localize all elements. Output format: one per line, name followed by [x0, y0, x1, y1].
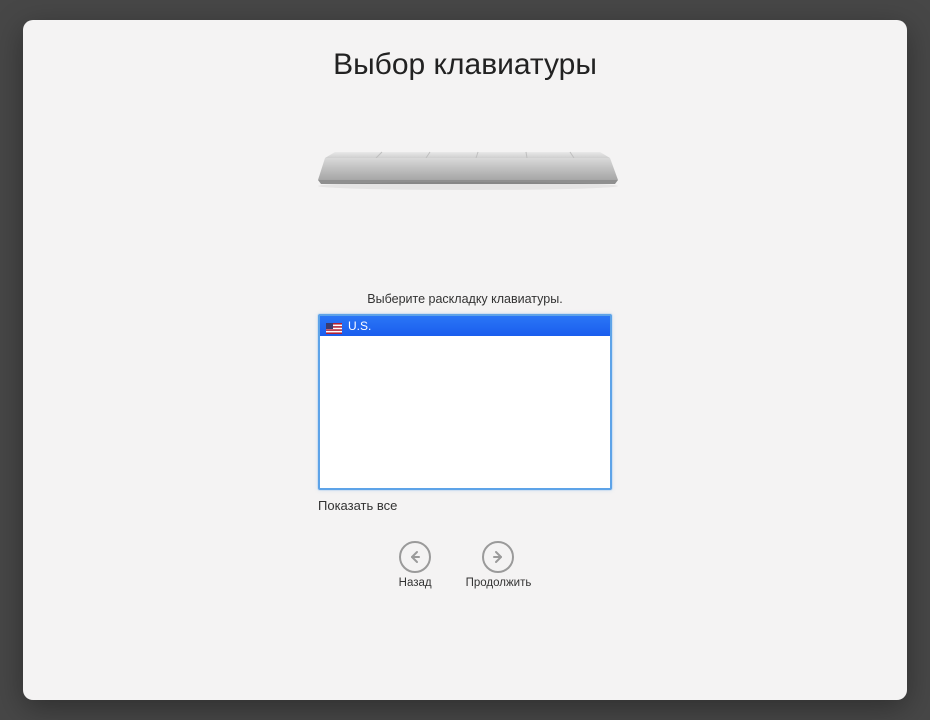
- arrow-right-circle-icon: [482, 541, 514, 573]
- page-title: Выбор клавиатуры: [333, 48, 597, 82]
- continue-button[interactable]: Продолжить: [466, 541, 532, 589]
- keyboard-illustration: [310, 144, 620, 204]
- continue-button-label: Продолжить: [466, 577, 532, 589]
- navigation-buttons: Назад Продолжить: [399, 541, 532, 589]
- setup-assistant-window: Выбор клавиатуры: [23, 20, 907, 700]
- arrow-left-circle-icon: [399, 541, 431, 573]
- show-all-button[interactable]: Показать все: [318, 496, 612, 515]
- layout-item-us[interactable]: U.S.: [320, 316, 610, 336]
- instruction-text: Выберите раскладку клавиатуры.: [367, 292, 562, 306]
- layout-item-label: U.S.: [348, 319, 371, 333]
- back-button-label: Назад: [399, 577, 432, 589]
- keyboard-layout-list[interactable]: U.S.: [318, 314, 612, 490]
- back-button[interactable]: Назад: [399, 541, 432, 589]
- flag-icon-us: [326, 321, 342, 332]
